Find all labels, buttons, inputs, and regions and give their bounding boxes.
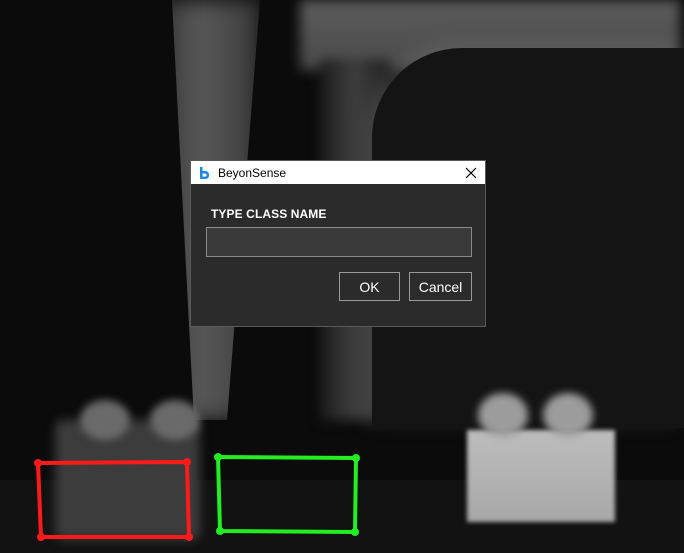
ok-button[interactable]: OK	[339, 272, 400, 301]
bbox-handle[interactable]	[352, 454, 360, 462]
bounding-box-red[interactable]	[34, 458, 193, 541]
bbox-handle[interactable]	[37, 533, 45, 541]
close-icon	[465, 167, 477, 178]
dialog-title-bar[interactable]: BeyonSense	[191, 161, 485, 184]
bbox-handle[interactable]	[183, 458, 191, 466]
close-button[interactable]	[457, 161, 485, 184]
cancel-button[interactable]: Cancel	[409, 272, 472, 301]
prompt-label: TYPE CLASS NAME	[211, 207, 327, 221]
bbox-handle[interactable]	[214, 453, 222, 461]
bbox-handle[interactable]	[216, 527, 224, 535]
camera-view[interactable]: BeyonSense TYPE CLASS NAME OK Cancel	[0, 0, 684, 553]
beyonsense-logo-icon	[196, 165, 212, 181]
bbox-handle[interactable]	[34, 459, 42, 467]
bbox-handle[interactable]	[351, 528, 359, 536]
window-title: BeyonSense	[218, 165, 287, 180]
bounding-box-green[interactable]	[214, 453, 360, 536]
class-name-dialog: BeyonSense TYPE CLASS NAME OK Cancel	[190, 160, 486, 327]
class-name-input[interactable]	[206, 227, 472, 257]
bbox-handle[interactable]	[185, 533, 193, 541]
